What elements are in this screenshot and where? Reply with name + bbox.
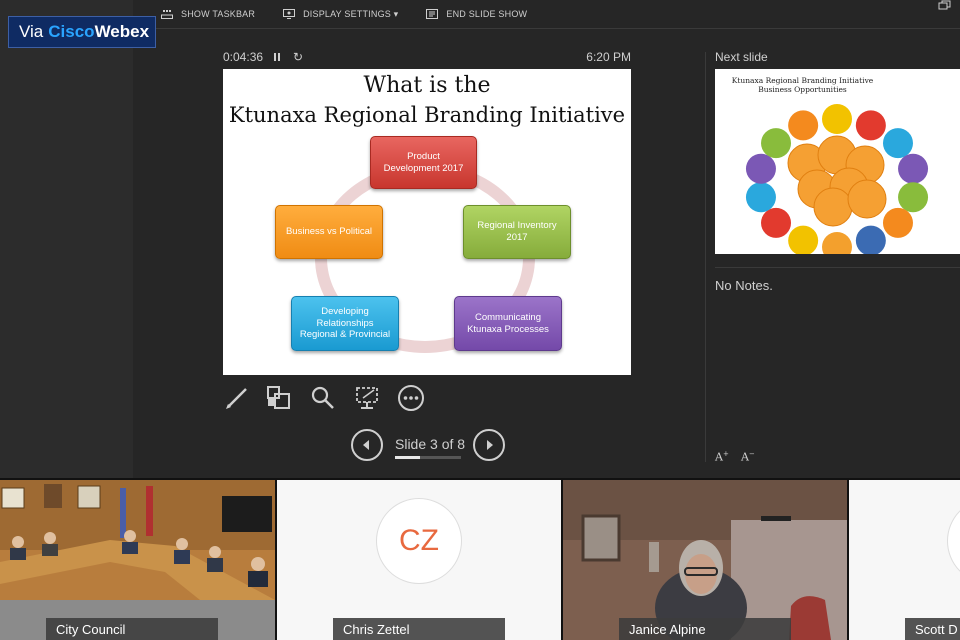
communicating-line1: Communicating bbox=[475, 311, 541, 323]
presenter-view: SHOW TASKBAR DISPLAY SETTINGS ▾ END SLID… bbox=[133, 0, 960, 478]
business-vs-political-box: Business vs Political bbox=[275, 205, 383, 259]
show-taskbar-button[interactable]: SHOW TASKBAR bbox=[161, 9, 255, 19]
current-slide[interactable]: What is the Ktunaxa Regional Branding In… bbox=[223, 69, 631, 375]
core-bubble bbox=[847, 179, 887, 219]
opportunity-bubble bbox=[761, 128, 792, 159]
taskbar-icon bbox=[161, 10, 173, 19]
zoom-icon[interactable] bbox=[309, 384, 337, 412]
slide-title-line1: What is the bbox=[363, 73, 491, 98]
current-time: 6:20 PM bbox=[586, 50, 631, 64]
participant-name-tag: City Council bbox=[46, 618, 218, 640]
speaker-notes: No Notes. bbox=[715, 278, 773, 293]
slide-progress-bar bbox=[395, 456, 461, 459]
core-bubble bbox=[813, 187, 853, 227]
opportunity-bubble bbox=[822, 104, 852, 134]
chevron-right-icon bbox=[487, 440, 493, 450]
opportunity-bubble bbox=[882, 207, 913, 238]
slide-title-line2: Ktunaxa Regional Branding Initiative bbox=[228, 103, 626, 127]
communicating-processes-box: Communicating Ktunaxa Processes bbox=[454, 296, 562, 351]
toolbar-divider bbox=[133, 28, 960, 29]
next-slide-button[interactable] bbox=[473, 429, 505, 461]
elapsed-timer: 0:04:36 bbox=[223, 50, 264, 64]
opportunity-bubble bbox=[898, 153, 929, 184]
opportunity-bubble bbox=[882, 128, 913, 159]
inventory-line2: 2017 bbox=[506, 232, 528, 243]
pen-icon[interactable] bbox=[223, 384, 251, 412]
end-slide-show-icon bbox=[426, 9, 439, 19]
business-label: Business vs Political bbox=[285, 226, 373, 238]
council-chamber-video bbox=[0, 480, 275, 640]
participant-tile-chris-zettel[interactable]: CZ Chris Zettel bbox=[277, 480, 561, 640]
developing-relationships-box: Developing Relationships Regional & Prov… bbox=[291, 296, 399, 351]
reset-timer-icon[interactable]: ↻ bbox=[293, 50, 303, 64]
display-settings-icon bbox=[283, 9, 296, 19]
opportunity-bubble bbox=[788, 110, 819, 141]
brand-name-cisco: Cisco bbox=[48, 22, 95, 41]
webex-brand-badge: Via Cisco Webex bbox=[8, 16, 156, 48]
chevron-left-icon bbox=[363, 440, 369, 450]
product-development-box: Product Development 2017 bbox=[370, 136, 477, 189]
end-slide-show-label: END SLIDE SHOW bbox=[446, 9, 528, 19]
panel-divider bbox=[705, 52, 706, 462]
participant-tile-janice-alpine[interactable]: Janice Alpine bbox=[563, 480, 847, 640]
end-slide-show-button[interactable]: END SLIDE SHOW bbox=[426, 9, 527, 19]
opportunity-bubble bbox=[855, 110, 886, 141]
opportunity-bubble bbox=[855, 225, 886, 254]
participant-gallery: City Council CZ Chris Zettel Janice Alpi… bbox=[0, 478, 960, 640]
more-icon[interactable] bbox=[397, 384, 425, 412]
relationships-line2: Relationships bbox=[316, 317, 374, 329]
restore-window-icon[interactable] bbox=[938, 0, 952, 10]
pause-icon[interactable] bbox=[273, 52, 281, 62]
display-settings-label: DISPLAY SETTINGS ▾ bbox=[303, 8, 399, 19]
opportunity-bubble bbox=[745, 153, 776, 184]
relationships-line3: Regional & Provincial bbox=[299, 329, 391, 341]
slide-navigation: Slide 3 of 8 bbox=[351, 429, 507, 461]
notes-divider bbox=[715, 267, 960, 268]
opportunity-bubble bbox=[745, 182, 776, 213]
product-line2: Development 2017 bbox=[383, 162, 464, 174]
participant-tile-scott-d[interactable]: Scott D bbox=[849, 480, 960, 640]
relationships-line1: Developing bbox=[321, 305, 369, 317]
next-slide-thumbnail[interactable]: Ktunaxa Regional Branding Initiative Bus… bbox=[715, 69, 960, 254]
opportunity-bubble bbox=[788, 225, 819, 254]
slide-progress-fill bbox=[395, 456, 420, 459]
display-settings-button[interactable]: DISPLAY SETTINGS ▾ bbox=[283, 9, 398, 20]
slide-tools bbox=[223, 384, 443, 414]
annotation-layers-icon[interactable] bbox=[265, 384, 293, 412]
timer-row: 0:04:36 ↻ 6:20 PM bbox=[223, 50, 631, 64]
next-slide-label: Next slide bbox=[715, 50, 768, 64]
participant-name-tag: Chris Zettel bbox=[333, 618, 505, 640]
opportunity-bubble bbox=[898, 182, 929, 213]
participant-name-tag: Scott D bbox=[905, 618, 960, 640]
opportunity-bubble bbox=[822, 232, 852, 254]
participant-name-tag: Janice Alpine bbox=[619, 618, 791, 640]
slide-counter: Slide 3 of 8 bbox=[395, 436, 466, 452]
previous-slide-button[interactable] bbox=[351, 429, 383, 461]
communicating-line2: Ktunaxa Processes bbox=[467, 323, 549, 335]
decrease-font-icon[interactable]: A− bbox=[741, 450, 755, 464]
business-opportunities-diagram bbox=[745, 104, 929, 254]
presenter-toolbar: SHOW TASKBAR DISPLAY SETTINGS ▾ END SLID… bbox=[133, 0, 960, 28]
product-line1: Product bbox=[407, 150, 440, 162]
regional-inventory-box: Regional Inventory 2017 bbox=[463, 205, 571, 259]
increase-font-icon[interactable]: A+ bbox=[715, 450, 729, 464]
left-panel bbox=[0, 0, 133, 478]
janice-alpine-video bbox=[563, 480, 847, 640]
opportunity-bubble bbox=[761, 207, 792, 238]
black-screen-icon[interactable] bbox=[353, 384, 381, 412]
brand-prefix: Via bbox=[19, 22, 44, 41]
brand-name-webex: Webex bbox=[94, 22, 150, 41]
participant-avatar bbox=[947, 498, 960, 584]
inventory-line1: Regional Inventory bbox=[477, 220, 557, 232]
participant-tile-city-council[interactable]: City Council bbox=[0, 480, 275, 640]
show-taskbar-label: SHOW TASKBAR bbox=[181, 9, 256, 19]
participant-avatar: CZ bbox=[376, 498, 462, 584]
